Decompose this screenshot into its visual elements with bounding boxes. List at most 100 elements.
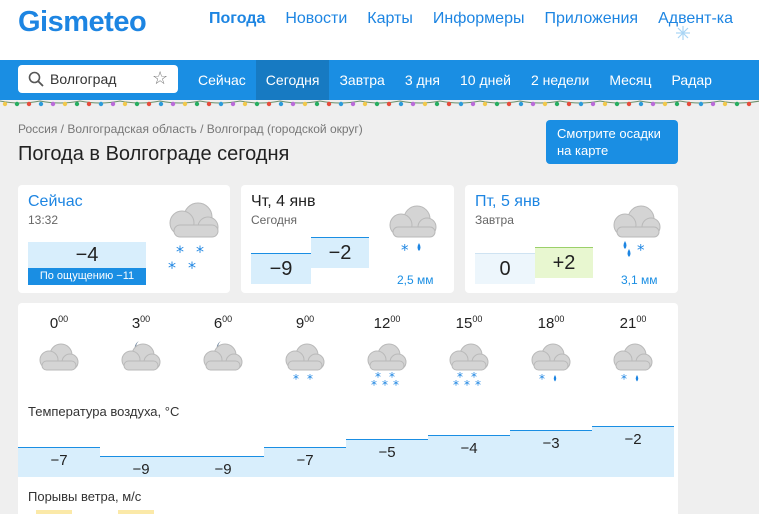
tab-now[interactable]: Сейчас: [188, 60, 256, 100]
top-nav-apps[interactable]: Приложения: [544, 10, 638, 28]
garland-light: [338, 101, 344, 107]
garland-light: [230, 101, 236, 107]
tab-2-weeks[interactable]: 2 недели: [521, 60, 599, 100]
garland-light: [602, 101, 608, 107]
holiday-garland: [0, 100, 759, 107]
garland-light: [38, 101, 44, 107]
svg-text:*: *: [382, 378, 388, 392]
hour-minutes: 00: [222, 314, 233, 324]
garland-light: [470, 101, 476, 107]
svg-text:*: *: [453, 378, 459, 392]
hour-label: 000: [29, 314, 89, 332]
garland-light: [374, 101, 380, 107]
tomorrow-min-temp: 0: [475, 253, 535, 284]
breadcrumb[interactable]: Россия / Волгоградская область / Волгогр…: [18, 122, 363, 136]
today-precip: 2,5 мм: [397, 273, 434, 287]
hour-value: 21: [619, 315, 637, 332]
hour-label: 1200: [357, 314, 417, 332]
top-nav-weather[interactable]: Погода: [209, 10, 265, 28]
garland-light: [278, 101, 284, 107]
garland-light: [650, 101, 656, 107]
hour-minutes: 00: [140, 314, 151, 324]
garland-light: [122, 101, 128, 107]
temp-value: −5: [378, 444, 396, 461]
heavy-snow-icon: * * * * *: [363, 337, 411, 392]
card-now[interactable]: Сейчас 13:32 −4 По ощущению −11 * * * *: [18, 185, 230, 293]
temp-value: −2: [624, 431, 642, 448]
city-search-input[interactable]: Волгоград ☆: [18, 65, 178, 93]
heavy-snow-icon: * * * * *: [445, 337, 493, 392]
garland-light: [578, 101, 584, 107]
hour-label: 300: [111, 314, 171, 332]
tomorrow-max-temp: +2: [535, 247, 593, 278]
garland-light: [290, 101, 296, 107]
wind-row-label: Порывы ветра, м/с: [28, 489, 142, 504]
svg-text:*: *: [188, 258, 196, 277]
top-nav-news[interactable]: Новости: [285, 10, 347, 28]
hour-minutes: 00: [554, 314, 565, 324]
hour-value: 15: [455, 315, 473, 332]
night-cloudy-icon: [117, 337, 165, 385]
tomorrow-sub: Завтра: [475, 213, 514, 227]
hour-minutes: 00: [636, 314, 647, 324]
tab-tomorrow[interactable]: Завтра: [329, 60, 394, 100]
tab-3-days[interactable]: 3 дня: [395, 60, 450, 100]
garland-light: [26, 101, 32, 107]
tomorrow-precip: 3,1 мм: [621, 273, 658, 287]
garland-light: [446, 101, 452, 107]
tab-10-days[interactable]: 10 дней: [450, 60, 521, 100]
garland-light: [242, 101, 248, 107]
garland-light: [686, 101, 692, 107]
garland-light: [254, 101, 260, 107]
garland-light: [74, 101, 80, 107]
top-nav-maps[interactable]: Карты: [367, 10, 413, 28]
card-tomorrow[interactable]: Пт, 5 янв Завтра 0 +2 * 3,1 мм: [465, 185, 678, 293]
temp-value: −7: [296, 452, 314, 469]
garland-light: [110, 101, 116, 107]
snow-icon: * *: [281, 337, 329, 386]
svg-text:*: *: [621, 372, 627, 386]
garland-light: [482, 101, 488, 107]
now-temp: −4: [28, 242, 146, 268]
hour-label: 600: [193, 314, 253, 332]
tab-radar[interactable]: Радар: [662, 60, 722, 100]
top-nav-informers[interactable]: Информеры: [433, 10, 525, 28]
card-today[interactable]: Чт, 4 янв Сегодня −9 −2 * 2,5 мм: [241, 185, 454, 293]
night-cloudy-icon: [199, 337, 247, 385]
today-min-temp: −9: [251, 253, 311, 284]
garland-light: [518, 101, 524, 107]
garland-light: [626, 101, 632, 107]
tab-today[interactable]: Сегодня: [255, 60, 330, 100]
site-header: Gismeteo Погода Новости Карты Информеры …: [0, 0, 759, 60]
garland-light: [314, 101, 320, 107]
garland-light: [614, 101, 620, 107]
hour-minutes: 00: [58, 314, 69, 324]
garland-light: [566, 101, 572, 107]
hour-minutes: 00: [390, 314, 401, 324]
logo[interactable]: Gismeteo: [18, 6, 147, 39]
garland-light: [158, 101, 164, 107]
now-feels-like: По ощущению −11: [28, 268, 146, 285]
temp-value: −4: [460, 440, 478, 457]
garland-light: [638, 101, 644, 107]
garland-light: [722, 101, 728, 107]
favorite-star-icon[interactable]: ☆: [152, 68, 168, 89]
precip-map-button[interactable]: Смотрите осадки на карте: [546, 120, 678, 164]
snow-cloud-icon: * ** *: [168, 202, 219, 277]
svg-text:*: *: [307, 372, 313, 386]
tomorrow-label: Пт, 5 янв: [475, 193, 541, 210]
top-nav-advent[interactable]: Адвент-ка: [658, 10, 733, 28]
garland-light: [554, 101, 560, 107]
tab-month[interactable]: Месяц: [599, 60, 661, 100]
garland-light: [662, 101, 668, 107]
svg-text:*: *: [168, 258, 176, 277]
hour-label: 900: [275, 314, 335, 332]
svg-text:*: *: [539, 372, 545, 386]
period-tabs: Сейчас Сегодня Завтра 3 дня 10 дней 2 не…: [188, 60, 722, 100]
garland-light: [146, 101, 152, 107]
cloudy-icon: [35, 337, 83, 385]
garland-light: [86, 101, 92, 107]
garland-light: [710, 101, 716, 107]
now-label: Сейчас: [28, 193, 83, 210]
hour-value: 9: [295, 315, 305, 332]
